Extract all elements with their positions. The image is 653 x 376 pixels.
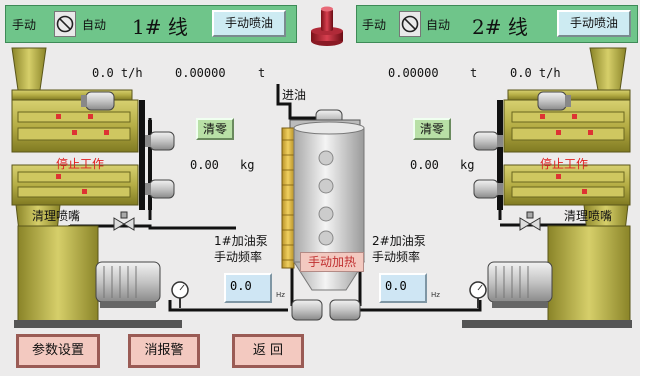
line2-freq-unit: Hz xyxy=(431,291,440,299)
oil-inlet-label: 进油 xyxy=(282,88,307,102)
line2-total-unit: t xyxy=(470,66,478,80)
line2-stop-status: 停止工作 xyxy=(540,157,589,171)
line1-weight-unit: kg xyxy=(240,158,255,172)
line2-weight-unit: kg xyxy=(460,158,475,172)
line2-pump-label: 2#加油泵 xyxy=(372,234,426,248)
line2-main-motor xyxy=(487,261,553,308)
back-button[interactable]: 返 回 xyxy=(232,334,304,368)
line1-total: 0.00000 xyxy=(175,66,226,80)
line2-total: 0.00000 xyxy=(388,66,439,80)
line1-total-unit: t xyxy=(258,66,266,80)
hmi-screen: 手动 自动 1# 线 手动喷油 手动 自动 2# 线 手动喷油 0.0 t/h … xyxy=(0,0,640,376)
clear-alarm-button[interactable]: 消报警 xyxy=(128,334,200,368)
line1-pump-label: 1#加油泵 xyxy=(214,234,268,248)
line1-main-motor xyxy=(95,261,161,308)
line1-pump-freq-label: 手动频率 xyxy=(214,250,263,264)
process-diagram xyxy=(11,47,632,328)
line1-clear-button[interactable]: 清零 xyxy=(196,118,234,140)
line1-clean-nozzle-label: 清理喷嘴 xyxy=(32,209,81,223)
line2-weight: 0.00 xyxy=(410,158,439,172)
params-settings-button[interactable]: 参数设置 xyxy=(16,334,100,368)
line2-freq-input[interactable]: 0.0 xyxy=(379,273,427,303)
line2-pump-freq-label: 手动频率 xyxy=(372,250,421,264)
manual-heat-button[interactable]: 手动加热 xyxy=(300,252,364,272)
line2-clear-button[interactable]: 清零 xyxy=(413,118,451,140)
line1-rate: 0.0 t/h xyxy=(92,66,143,80)
line2-clean-nozzle-label: 清理喷嘴 xyxy=(564,209,613,223)
line2-rate: 0.0 t/h xyxy=(510,66,561,80)
line1-weight: 0.00 xyxy=(190,158,219,172)
pressure-gauge-icon xyxy=(469,281,487,308)
line1-freq-unit: Hz xyxy=(276,291,285,299)
line1-stop-status: 停止工作 xyxy=(56,157,105,171)
line1-freq-input[interactable]: 0.0 xyxy=(224,273,272,303)
pressure-gauge-icon xyxy=(171,281,189,308)
